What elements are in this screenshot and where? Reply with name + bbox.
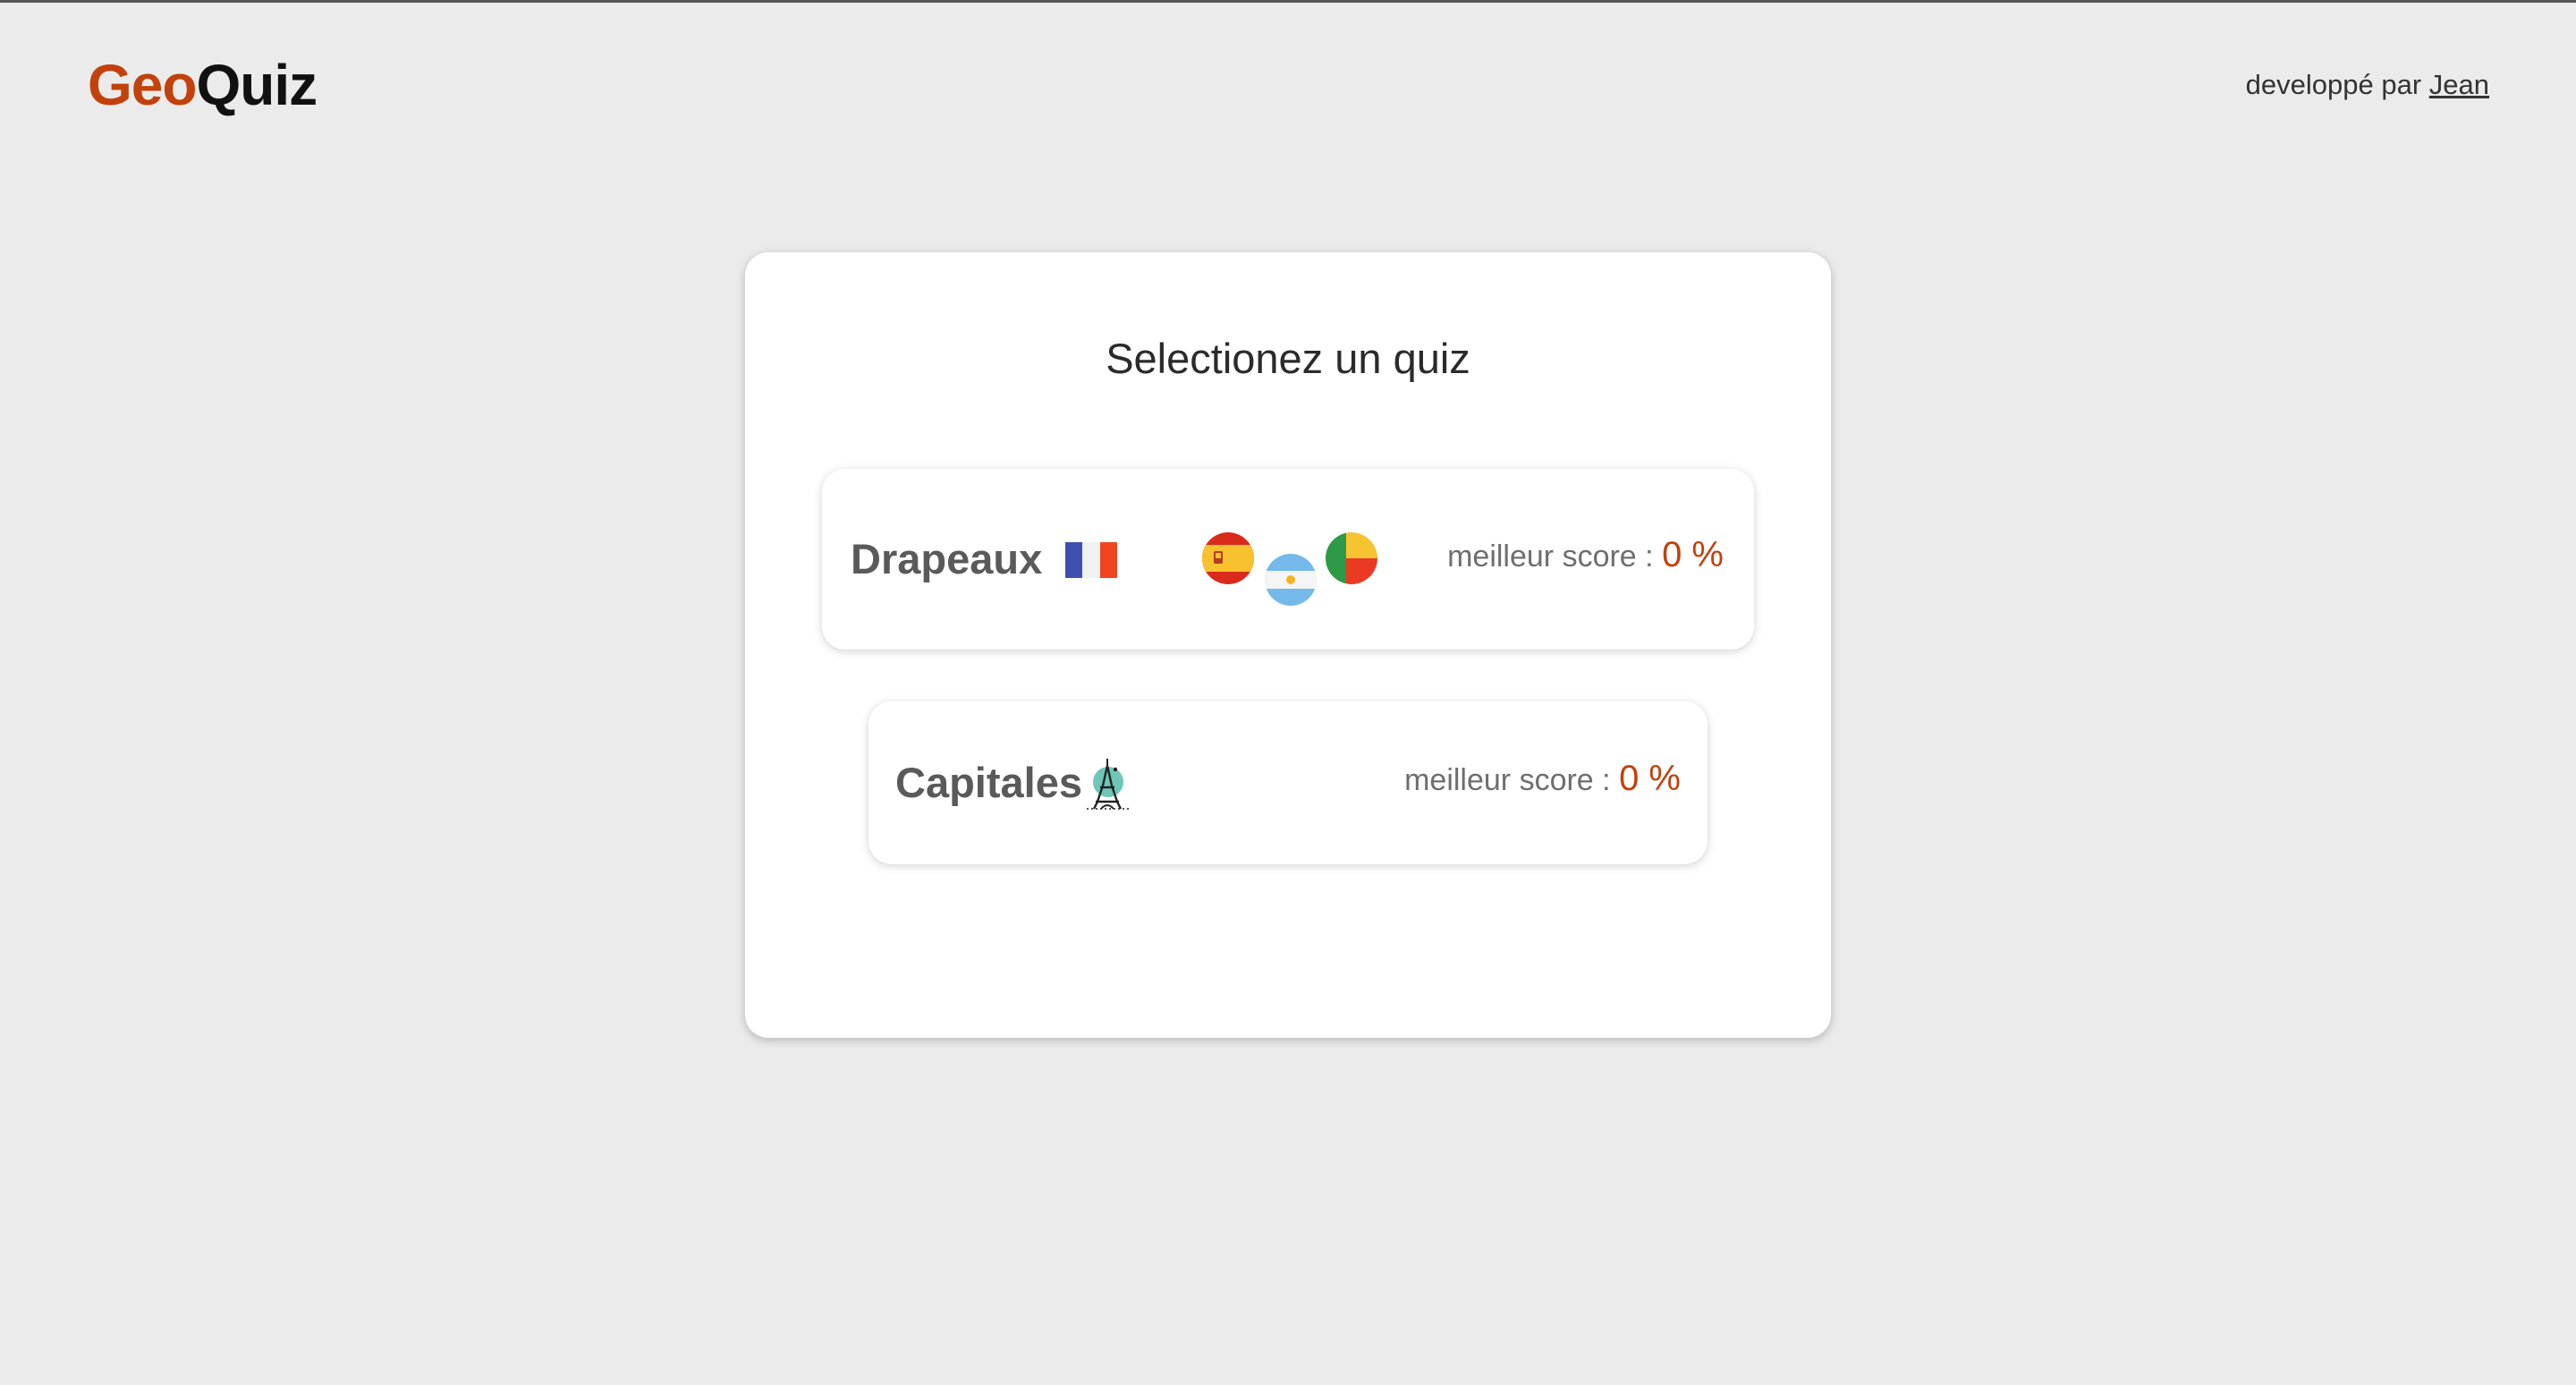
logo-geo: Geo — [88, 53, 197, 117]
quiz-name-drapeaux: Drapeaux — [851, 535, 1043, 582]
credit-text: developpé par — [2245, 69, 2429, 100]
developer-link[interactable]: Jean — [2429, 69, 2489, 100]
best-score-capitales: meilleur score : 0 % — [1404, 759, 1681, 800]
logo[interactable]: GeoQuiz — [88, 50, 318, 120]
eiffel-tower-icon — [1087, 759, 1130, 810]
score-value: 0 % — [1619, 759, 1681, 798]
score-label: meilleur score : — [1404, 763, 1620, 797]
spain-flag-icon — [1202, 532, 1254, 584]
score-label: meilleur score : — [1447, 540, 1663, 574]
top-border — [0, 0, 2576, 3]
benin-flag-icon — [1326, 532, 1377, 584]
quiz-option-capitales[interactable]: Capitales meilleur score : 0 % — [869, 701, 1707, 864]
quiz-option-drapeaux[interactable]: Drapeaux meilleur score: 0 % — [822, 469, 1754, 650]
best-score-drapeaux: meilleur score : 0 % — [1447, 535, 1724, 576]
quiz-selection-card: Selectionez un quiz Drapeaux meilleur sc… — [745, 252, 1831, 1038]
card-title: Selectionez un quiz — [1106, 335, 1470, 382]
developer-credit: developpé par Jean — [2246, 68, 2489, 102]
argentina-flag-icon — [1265, 554, 1317, 606]
france-flag-icon — [1065, 542, 1117, 578]
logo-quiz: Quiz — [196, 53, 318, 117]
score-value: 0 % — [1662, 535, 1724, 574]
quiz-name-capitales: Capitales — [895, 759, 1082, 806]
